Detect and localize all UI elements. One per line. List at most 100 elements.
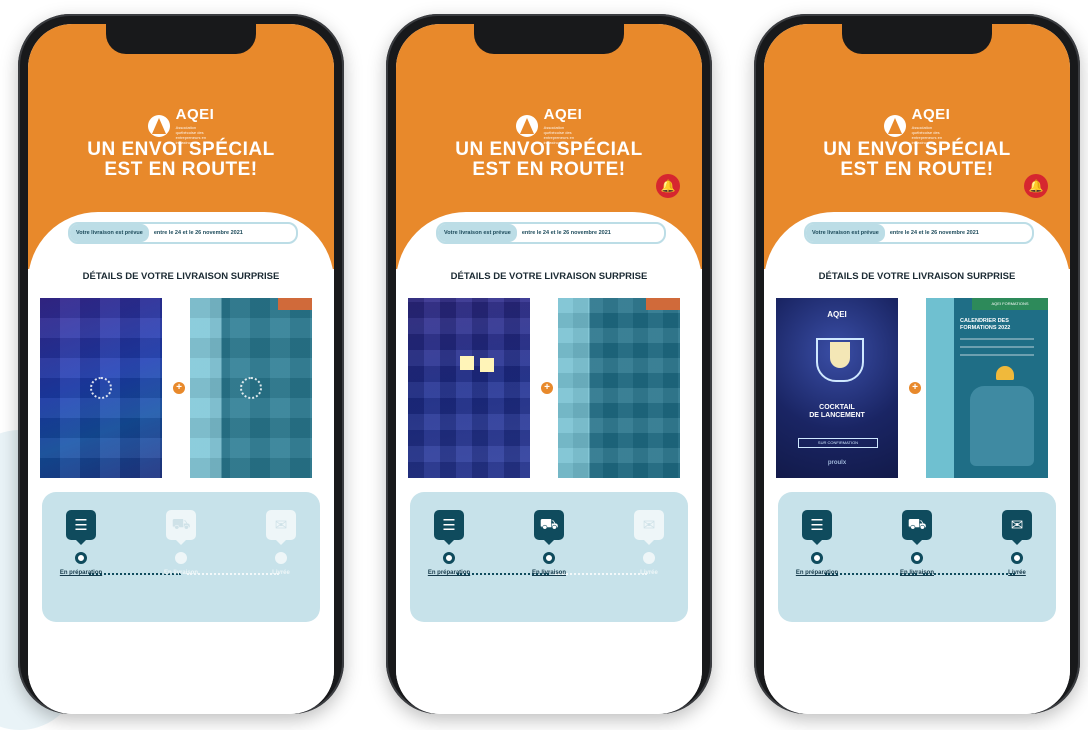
delivery-label: Votre livraison est prévue <box>806 224 885 242</box>
poster-strip <box>926 298 954 478</box>
poster-button: SUR CONFIRMATION <box>798 438 878 448</box>
section-title: DÉTAILS DE VOTRE LIVRAISON SURPRISE <box>82 271 280 282</box>
phone-screen-2: AQEI Association québécoise des entrepre… <box>396 24 702 714</box>
phone-screen-3: AQEI Association québécoise des entrepre… <box>764 24 1070 714</box>
phone-mockup-3: AQEI Association québécoise des entrepre… <box>754 14 1080 714</box>
step-label: En livraison <box>531 570 566 576</box>
step-dot <box>543 552 555 564</box>
envelope-icon: ✉ <box>266 510 296 540</box>
poster-title-line-1: COCKTAIL <box>819 404 855 411</box>
poster-blurred-left <box>408 298 530 478</box>
step-label: Livrée <box>1008 570 1026 576</box>
step-label: En livraison <box>163 570 198 576</box>
delivery-label: Votre livraison est prévue <box>70 224 149 242</box>
poster-logo: AQEI <box>827 310 847 319</box>
brand-name: AQEI <box>911 106 951 123</box>
step-label: En préparation <box>427 570 471 576</box>
headline: UN ENVOI SPÉCIAL EST EN ROUTE! <box>396 140 702 180</box>
sponsor-logo: proulx <box>827 460 847 466</box>
headline-line-2: EST EN ROUTE! <box>472 159 626 180</box>
step-delivery: ⛟ En livraison <box>514 510 584 576</box>
step-delivery: ⛟ En livraison <box>146 510 216 576</box>
brand-name: AQEI <box>543 106 583 123</box>
delivery-dates: entre le 24 et le 26 novembre 2021 <box>521 230 611 236</box>
step-dot <box>911 552 923 564</box>
headline-line-2: EST EN ROUTE! <box>104 159 258 180</box>
poster-top-banner: AQEI FORMATIONS <box>972 298 1048 310</box>
delivery-truck-icon: ⛟ <box>902 510 932 540</box>
poster-highlight <box>460 356 474 370</box>
phone-mockup-1: AQEI Association québécoise des entrepre… <box>18 14 344 714</box>
delivery-truck-icon: ⛟ <box>534 510 564 540</box>
poster-cocktail[interactable]: AQEI COCKTAIL DE LANCEMENT SUR CONFIRMAT… <box>776 298 898 478</box>
headline-line-2: EST EN ROUTE! <box>840 159 994 180</box>
section-title: DÉTAILS DE VOTRE LIVRAISON SURPRISE <box>818 271 1016 282</box>
phone-notch <box>106 24 256 54</box>
poster-hidden-right <box>190 298 312 478</box>
poster-text-line <box>960 338 1034 340</box>
poster-calendar[interactable]: AQEI FORMATIONS CALENDRIER DES FORMATION… <box>926 298 1048 478</box>
poster-title: CALENDRIER DES FORMATIONS 2022 <box>960 318 1010 332</box>
poster-hidden-left <box>40 298 162 478</box>
step-label: Livrée <box>272 570 290 576</box>
step-preparation: ☰ En préparation <box>46 510 116 576</box>
step-dot <box>175 552 187 564</box>
phone-mockup-2: AQEI Association québécoise des entrepre… <box>386 14 712 714</box>
poster-corner <box>278 298 312 310</box>
step-delivered: ✉ Livrée <box>246 510 316 576</box>
step-label: En préparation <box>59 570 103 576</box>
aqei-logo-icon <box>883 114 906 137</box>
checklist-icon: ☰ <box>66 510 96 540</box>
poster-title-line-2: DE LANCEMENT <box>809 412 865 419</box>
phone-notch <box>474 24 624 54</box>
delivery-tracker: ☰ En préparation ⛟ En livraison ✉ Livrée <box>778 492 1056 622</box>
step-dot <box>75 552 87 564</box>
step-preparation: ☰ En préparation <box>782 510 852 576</box>
poster-title: COCKTAIL DE LANCEMENT <box>776 404 898 420</box>
step-label: En livraison <box>899 570 934 576</box>
poster-blurred-right <box>558 298 680 478</box>
step-label: En préparation <box>795 570 839 576</box>
plus-icon: + <box>173 382 185 394</box>
delivery-dates: entre le 24 et le 26 novembre 2021 <box>889 230 979 236</box>
poster-highlight <box>480 358 494 372</box>
bell-icon[interactable]: 🔔 <box>1024 174 1048 198</box>
hard-hat-icon <box>996 366 1014 380</box>
delivery-date-pill: Votre livraison est prévue entre le 24 e… <box>804 222 1034 244</box>
aqei-logo-icon <box>515 114 538 137</box>
phone-notch <box>842 24 992 54</box>
headline: UN ENVOI SPÉCIAL EST EN ROUTE! <box>764 140 1070 180</box>
step-dot <box>443 552 455 564</box>
delivery-label: Votre livraison est prévue <box>438 224 517 242</box>
bell-icon[interactable]: 🔔 <box>656 174 680 198</box>
headline-line-1: UN ENVOI SPÉCIAL <box>823 139 1011 160</box>
delivery-date-pill: Votre livraison est prévue entre le 24 e… <box>436 222 666 244</box>
step-dot <box>275 552 287 564</box>
step-delivery: ⛟ En livraison <box>882 510 952 576</box>
step-label: Livrée <box>640 570 658 576</box>
poster-corner <box>646 298 680 310</box>
step-delivered: ✉ Livrée <box>982 510 1052 576</box>
hand-illustration <box>970 386 1034 466</box>
delivery-tracker: ☰ En préparation ⛟ En livraison ✉ Livrée <box>42 492 320 622</box>
delivery-tracker: ☰ En préparation ⛟ En livraison ✉ Livrée <box>410 492 688 622</box>
wine-glass-icon <box>830 342 850 368</box>
loading-spinner-icon <box>90 377 112 399</box>
delivery-date-pill: Votre livraison est prévue entre le 24 e… <box>68 222 298 244</box>
phone-screen-1: AQEI Association québécoise des entrepre… <box>28 24 334 714</box>
section-title: DÉTAILS DE VOTRE LIVRAISON SURPRISE <box>450 271 648 282</box>
poster-text-line <box>960 346 1034 348</box>
checklist-icon: ☰ <box>802 510 832 540</box>
brand-name: AQEI <box>175 106 215 123</box>
plus-icon: + <box>909 382 921 394</box>
step-preparation: ☰ En préparation <box>414 510 484 576</box>
delivery-truck-icon: ⛟ <box>166 510 196 540</box>
step-dot <box>811 552 823 564</box>
plus-icon: + <box>541 382 553 394</box>
poster-text-line <box>960 354 1034 356</box>
headline: UN ENVOI SPÉCIAL EST EN ROUTE! <box>28 140 334 180</box>
step-dot <box>1011 552 1023 564</box>
aqei-logo-icon <box>147 114 170 137</box>
headline-line-1: UN ENVOI SPÉCIAL <box>455 139 643 160</box>
delivery-dates: entre le 24 et le 26 novembre 2021 <box>153 230 243 236</box>
